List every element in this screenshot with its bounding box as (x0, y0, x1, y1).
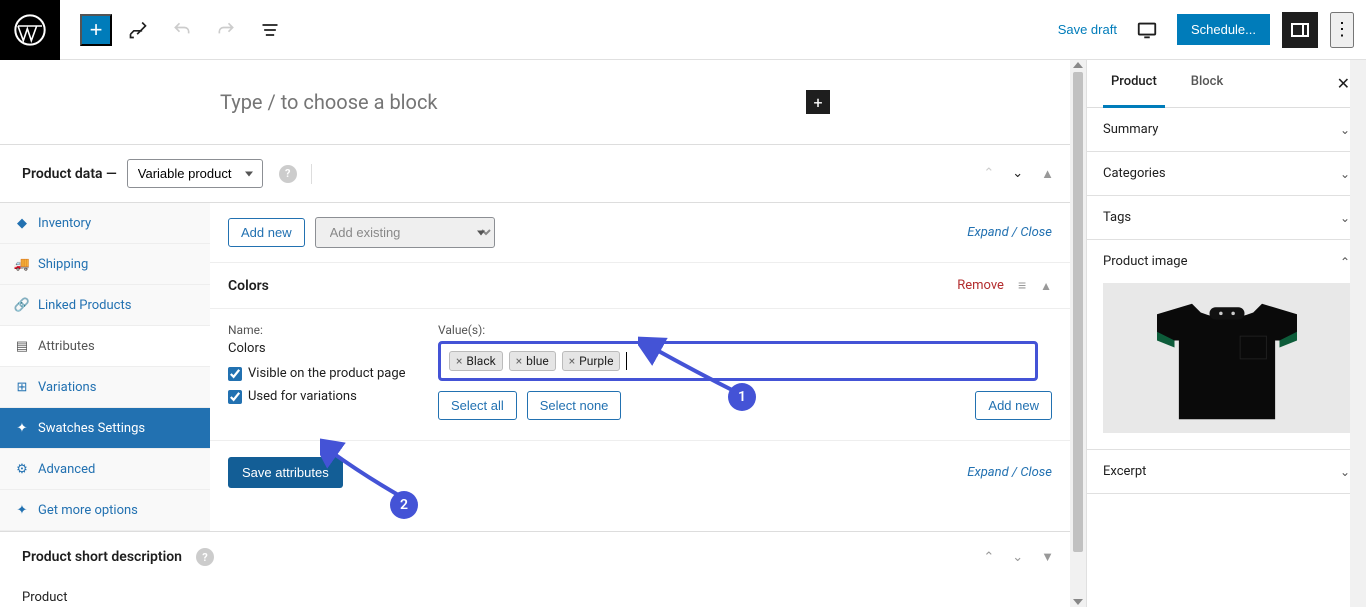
add-existing-select[interactable]: Add existing (315, 217, 495, 248)
product-type-select[interactable]: Variable product (127, 159, 263, 188)
chevron-down-icon: ⌄ (1340, 123, 1350, 137)
variations-icon: ⊞ (14, 379, 30, 395)
panel-down-icon[interactable]: ⌄ (1012, 550, 1023, 565)
help-icon[interactable]: ? (196, 548, 214, 566)
chevron-down-icon: ⌄ (1340, 211, 1350, 225)
editor-scrollbar[interactable] (1070, 60, 1086, 607)
more-options-icon: ✦ (14, 502, 30, 518)
divider (311, 164, 312, 184)
sidebar-tab-block[interactable]: Block (1183, 60, 1231, 107)
name-label: Name: (228, 323, 418, 337)
panel-collapse-icon[interactable]: ▼ (1041, 549, 1054, 565)
help-icon[interactable]: ? (279, 165, 297, 183)
chevron-down-icon: ⌄ (1340, 465, 1350, 479)
attribute-collapse-icon[interactable]: ▲ (1040, 279, 1052, 293)
redo-icon[interactable] (208, 12, 244, 48)
used-variations-label: Used for variations (248, 389, 357, 404)
visible-checkbox[interactable] (228, 367, 242, 381)
product-data-panel: Product data — Variable product ? ⌃ ⌄ ▲ … (0, 144, 1070, 531)
visible-checkbox-row[interactable]: Visible on the product page (228, 366, 418, 381)
inventory-icon: ◆ (14, 215, 30, 231)
panel-down-icon[interactable]: ⌄ (1012, 166, 1023, 181)
short-description-panel: Product short description ? ⌃ ⌄ ▼ (0, 531, 1070, 582)
product-data-label: Product data — (22, 166, 117, 182)
used-variations-checkbox[interactable] (228, 390, 242, 404)
attribute-name-value: Colors (228, 341, 418, 356)
short-description-title: Product short description (22, 549, 182, 565)
more-options-icon[interactable]: ⋮ (1330, 12, 1354, 48)
section-product-image[interactable]: Product image⌃ (1087, 240, 1366, 283)
annotation-badge-2: 2 (390, 491, 418, 519)
value-chip-blue[interactable]: ×blue (509, 351, 556, 371)
remove-chip-icon[interactable]: × (516, 354, 522, 368)
expand-close-top[interactable]: Expand / Close (967, 225, 1052, 240)
tab-advanced[interactable]: ⚙Advanced (0, 449, 210, 490)
outline-icon[interactable] (252, 12, 288, 48)
value-chip-purple[interactable]: ×Purple (562, 351, 621, 371)
select-all-button[interactable]: Select all (438, 391, 517, 420)
attribute-title: Colors (228, 278, 269, 294)
add-new-attribute-button[interactable]: Add new (228, 218, 305, 247)
wordpress-logo[interactable] (0, 0, 60, 60)
section-excerpt[interactable]: Excerpt⌄ (1087, 450, 1366, 493)
select-none-button[interactable]: Select none (527, 391, 622, 420)
value-chip-black[interactable]: ×Black (449, 351, 503, 371)
panel-up-icon[interactable]: ⌃ (983, 166, 994, 181)
tab-linked-products[interactable]: 🔗Linked Products (0, 285, 210, 326)
top-toolbar: + Save draft Schedule... ⋮ (0, 0, 1366, 60)
product-image-preview[interactable] (1087, 283, 1366, 449)
tab-variations[interactable]: ⊞Variations (0, 367, 210, 408)
footer-text: Product (0, 582, 1070, 607)
settings-panel-toggle[interactable] (1282, 12, 1318, 48)
attributes-content: Add new Add existing Expand / Close Colo… (210, 203, 1070, 531)
add-new-value-button[interactable]: Add new (975, 391, 1052, 420)
tab-attributes[interactable]: ▤Attributes (0, 326, 210, 367)
chevron-up-icon: ⌃ (1340, 255, 1350, 269)
remove-attribute-link[interactable]: Remove (957, 278, 1004, 293)
tab-inventory[interactable]: ◆Inventory (0, 203, 210, 244)
section-tags[interactable]: Tags⌄ (1087, 196, 1366, 239)
product-data-header: Product data — Variable product ? ⌃ ⌄ ▲ (0, 145, 1070, 203)
inline-add-block-button[interactable]: + (806, 90, 830, 114)
values-label: Value(s): (438, 323, 1052, 337)
annotation-badge-1: 1 (728, 383, 756, 411)
remove-chip-icon[interactable]: × (456, 354, 462, 368)
tab-swatches-settings[interactable]: ✦Swatches Settings (0, 408, 210, 449)
add-block-button[interactable]: + (80, 14, 112, 46)
editor-area: Type / to choose a block + Product data … (0, 60, 1070, 607)
tab-get-more-options[interactable]: ✦Get more options (0, 490, 210, 531)
sidebar-close-icon[interactable]: ✕ (1337, 60, 1350, 107)
remove-chip-icon[interactable]: × (569, 354, 575, 368)
save-draft-button[interactable]: Save draft (1058, 22, 1117, 37)
section-categories[interactable]: Categories⌄ (1087, 152, 1366, 195)
edit-mode-icon[interactable] (120, 12, 156, 48)
attribute-values-input[interactable]: ×Black ×blue ×Purple (438, 341, 1038, 381)
used-variations-checkbox-row[interactable]: Used for variations (228, 389, 418, 404)
save-attributes-button[interactable]: Save attributes (228, 457, 343, 488)
sidebar-scrollbar[interactable] (1350, 60, 1366, 607)
expand-close-bottom[interactable]: Expand / Close (967, 465, 1052, 480)
panel-up-icon[interactable]: ⌃ (983, 550, 994, 565)
attributes-icon: ▤ (14, 338, 30, 354)
panel-collapse-icon[interactable]: ▲ (1041, 166, 1054, 182)
visible-label: Visible on the product page (248, 366, 406, 381)
section-summary[interactable]: Summary⌄ (1087, 108, 1366, 151)
product-data-tabs: ◆Inventory 🚚Shipping 🔗Linked Products ▤A… (0, 203, 210, 531)
schedule-button[interactable]: Schedule... (1177, 14, 1270, 45)
drag-handle-icon[interactable]: ≡ (1018, 277, 1026, 294)
text-cursor (626, 352, 627, 370)
sidebar-tab-product[interactable]: Product (1103, 60, 1165, 108)
preview-icon[interactable] (1129, 12, 1165, 48)
link-icon: 🔗 (14, 297, 30, 313)
swatches-icon: ✦ (14, 420, 30, 436)
shipping-icon: 🚚 (14, 256, 30, 272)
chevron-down-icon: ⌄ (1340, 167, 1350, 181)
block-prompt-text[interactable]: Type / to choose a block (220, 90, 438, 114)
gear-icon: ⚙ (14, 461, 30, 477)
tab-shipping[interactable]: 🚚Shipping (0, 244, 210, 285)
settings-sidebar: Product Block ✕ Summary⌄ Categories⌄ Tag… (1086, 60, 1366, 607)
undo-icon[interactable] (164, 12, 200, 48)
product-shirt-image (1122, 288, 1332, 428)
